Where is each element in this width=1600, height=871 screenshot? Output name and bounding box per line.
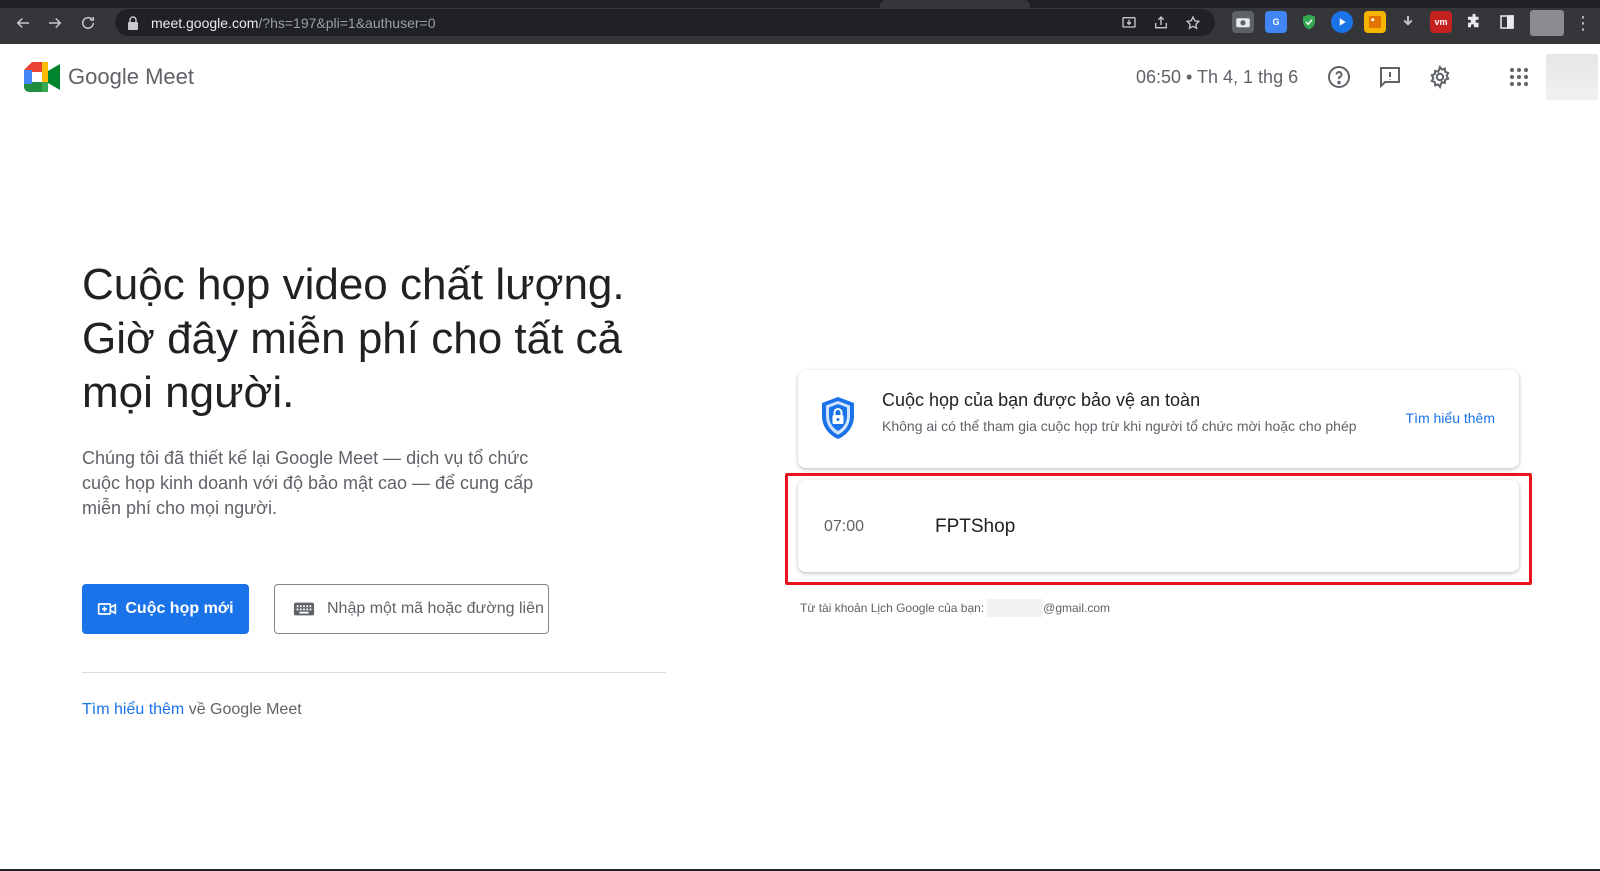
new-meeting-button[interactable]: Cuộc họp mới [82, 584, 249, 634]
divider [82, 672, 666, 673]
browser-toolbar: meet.google.com/?hs=197&pli=1&authuser=0… [0, 0, 1600, 44]
security-learn-more-link[interactable]: Tìm hiểu thêm [1406, 410, 1495, 426]
feedback-icon[interactable] [1377, 64, 1403, 90]
event-name: FPTShop [935, 516, 1016, 537]
browser-profile-avatar[interactable] [1530, 10, 1564, 36]
help-icon[interactable] [1326, 64, 1352, 90]
vm-icon[interactable]: vm [1430, 11, 1452, 33]
app-header: Google Meet 06:50 • Th 4, 1 thg 6 [0, 44, 1600, 108]
page-title: Cuộc họp video chất lượng. Giờ đây miễn … [82, 260, 625, 417]
account-avatar[interactable] [1546, 54, 1598, 100]
active-tab[interactable] [880, 0, 1030, 8]
calendar-event-item[interactable]: 07:00 FPTShop [798, 480, 1519, 572]
brand-google: Google [68, 64, 139, 89]
image-icon[interactable] [1364, 11, 1386, 33]
security-title: Cuộc họp của bạn được bảo vệ an toàn [882, 390, 1201, 410]
learn-more-link[interactable]: Tìm hiểu thêm [82, 701, 184, 718]
play-icon[interactable] [1331, 11, 1353, 33]
lock-icon [128, 15, 138, 30]
translate-icon[interactable]: G [1265, 11, 1287, 33]
puzzle-icon[interactable] [1463, 11, 1485, 33]
redacted-email [987, 599, 1044, 617]
back-icon[interactable] [12, 12, 34, 34]
new-meeting-label: Cuộc họp mới [125, 600, 234, 617]
download-icon[interactable] [1397, 11, 1419, 33]
tab-strip [0, 0, 1600, 8]
sidebar-icon[interactable] [1496, 11, 1518, 33]
page-subtitle: Chúng tôi đã thiết kế lại Google Meet — … [82, 448, 534, 518]
account-prefix: Từ tài khoản Lịch Google của bạn: [800, 601, 985, 615]
meet-logo-icon [24, 62, 60, 92]
bookmark-star-icon[interactable] [1183, 13, 1203, 33]
install-app-icon[interactable] [1119, 13, 1139, 33]
date-time: 06:50 • Th 4, 1 thg 6 [1136, 67, 1299, 87]
settings-gear-icon[interactable] [1427, 64, 1453, 90]
share-icon[interactable] [1151, 13, 1171, 33]
forward-icon[interactable] [44, 12, 66, 34]
security-info-card: Cuộc họp của bạn được bảo vệ an toàn Khô… [798, 370, 1519, 468]
event-time: 07:00 [824, 518, 865, 535]
google-meet-logo[interactable]: Google Meet [24, 62, 194, 92]
meeting-code-field[interactable] [274, 584, 549, 634]
reload-icon[interactable] [77, 12, 99, 34]
learn-more-text: Tìm hiểu thêm về Google Meet [82, 701, 302, 718]
shield-lock-icon [822, 397, 854, 439]
video-add-icon [98, 603, 117, 615]
security-description: Không ai có thể tham gia cuộc họp trừ kh… [882, 418, 1357, 434]
shield-check-icon[interactable] [1298, 11, 1320, 33]
camera-icon[interactable] [1232, 11, 1254, 33]
keyboard-icon [293, 602, 315, 616]
meeting-code-input[interactable] [327, 600, 548, 618]
account-email-suffix: @gmail.com [1043, 601, 1111, 615]
address-bar[interactable]: meet.google.com/?hs=197&pli=1&authuser=0 [115, 9, 1215, 36]
apps-grid-icon[interactable] [1506, 64, 1532, 90]
calendar-account-info: Từ tài khoản Lịch Google của bạn: @gmail… [800, 599, 1110, 617]
browser-menu-icon[interactable]: ⋮ [1574, 12, 1592, 34]
brand-product: Meet [145, 64, 194, 89]
url-text: meet.google.com/?hs=197&pli=1&authuser=0 [151, 14, 436, 31]
